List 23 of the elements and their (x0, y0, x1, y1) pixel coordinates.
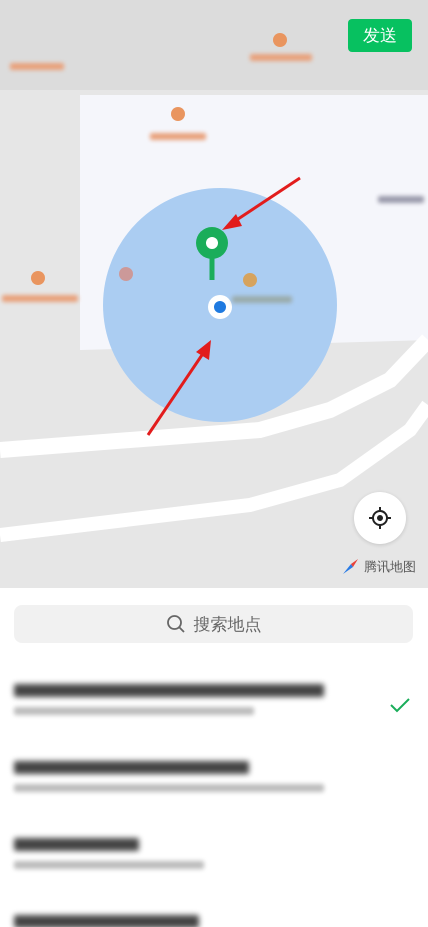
blurred-place-name[interactable] (14, 761, 249, 774)
blurred-map-label (150, 133, 206, 140)
map-attribution: 腾讯地图 (364, 559, 416, 576)
blurred-map-label (378, 196, 424, 203)
crosshair-icon (368, 506, 392, 530)
map-logo-icon (341, 558, 359, 576)
poi-icon (273, 33, 287, 47)
poi-icon (31, 271, 45, 285)
blurred-place-name[interactable] (14, 915, 199, 927)
poi-icon (243, 273, 257, 287)
blurred-map-label (250, 54, 312, 61)
search-placeholder: 搜索地点 (194, 614, 262, 636)
blurred-place-name[interactable] (14, 838, 139, 851)
locate-button[interactable] (354, 492, 406, 544)
blurred-place-name[interactable] (14, 684, 324, 697)
poi-icon (171, 107, 185, 121)
map-pin-icon (196, 227, 228, 280)
poi-icon (119, 267, 133, 281)
search-icon (166, 614, 186, 634)
current-location-dot (208, 295, 232, 319)
blurred-map-label (10, 63, 64, 70)
blurred-map-label (232, 296, 292, 303)
search-field[interactable]: 搜索地点 (14, 605, 413, 643)
